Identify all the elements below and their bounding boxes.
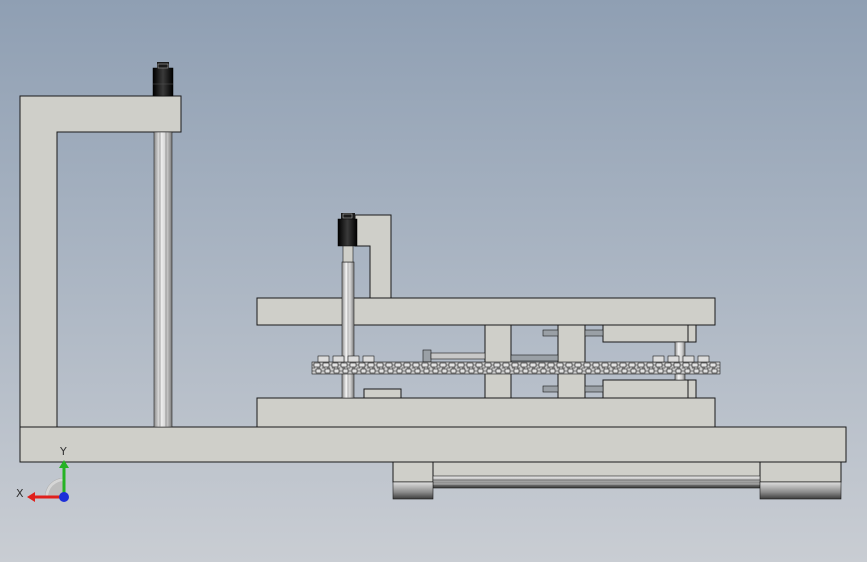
cylinder-top-left[interactable] [152,62,174,97]
cylinder-middle[interactable] [337,213,358,263]
guide-rod-left[interactable] [153,131,173,428]
foot-right [759,481,842,500]
x-axis-label: X [16,487,24,500]
foot-left [392,481,434,500]
lower-plate[interactable] [256,397,716,428]
center-block-right[interactable] [557,324,586,399]
upright-bracket[interactable] [354,214,392,299]
lower-rail [432,475,761,489]
cad-viewport[interactable]: Y X [0,0,867,562]
assembly-drawing: Y X [16,62,847,502]
right-upper-step[interactable] [602,324,689,343]
y-axis-label: Y [59,445,67,458]
center-block-left[interactable] [484,324,512,399]
upper-plate[interactable] [256,297,716,326]
z-axis-point [59,492,69,502]
right-lower-step[interactable] [602,379,689,399]
base-plate[interactable] [19,426,847,463]
small-block[interactable] [363,388,402,399]
